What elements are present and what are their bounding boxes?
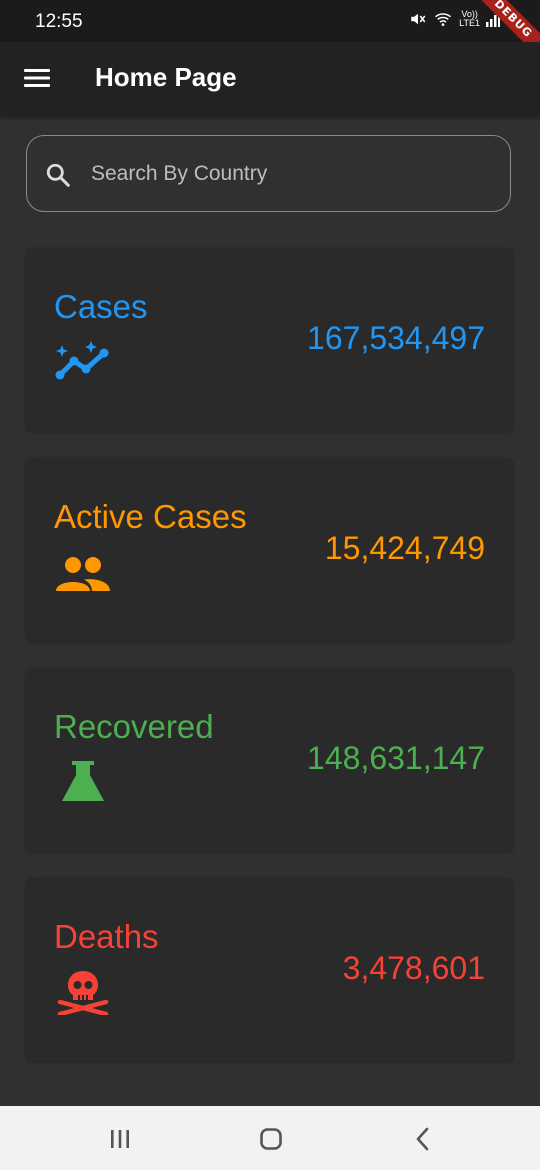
cases-value: 167,534,497 xyxy=(307,320,485,356)
system-nav-bar xyxy=(0,1106,540,1170)
recovered-label: Recovered xyxy=(54,708,214,745)
search-input[interactable] xyxy=(89,154,493,194)
page-title: Home Page xyxy=(95,62,237,92)
status-time: 12:55 xyxy=(35,11,83,32)
status-icons: Vo)) LTE1 xyxy=(409,10,500,28)
search-box[interactable] xyxy=(26,135,511,212)
mute-icon xyxy=(409,10,427,28)
flask-icon xyxy=(54,761,112,805)
lte-icon: Vo)) LTE1 xyxy=(459,9,480,28)
app-bar: Home Page xyxy=(0,42,540,116)
cases-label: Cases xyxy=(54,288,148,325)
menu-icon xyxy=(24,69,50,87)
deaths-label: Deaths xyxy=(54,918,159,955)
active-cases-label: Active Cases xyxy=(54,498,247,535)
recents-button[interactable] xyxy=(105,1124,135,1154)
active-cases-value: 15,424,749 xyxy=(324,530,485,566)
recovered-card[interactable]: Recovered 148,631,147 xyxy=(26,668,513,851)
menu-button[interactable] xyxy=(16,57,58,99)
skull-crossbones-icon xyxy=(54,971,112,1017)
recents-icon xyxy=(111,1130,129,1148)
home-icon xyxy=(260,1128,282,1150)
home-button[interactable] xyxy=(256,1124,286,1154)
back-button[interactable] xyxy=(408,1124,438,1154)
cases-card[interactable]: Cases 167,534,497 xyxy=(26,248,513,431)
back-icon xyxy=(416,1127,429,1151)
people-icon xyxy=(54,551,112,595)
wifi-icon xyxy=(433,10,453,28)
recovered-value: 148,631,147 xyxy=(307,740,485,776)
search-icon xyxy=(45,162,71,193)
deaths-value: 3,478,601 xyxy=(342,950,485,986)
auto-graph-icon xyxy=(54,341,112,385)
status-bar: 12:55 Vo)) LTE1 DEBUG xyxy=(0,0,540,42)
deaths-card[interactable]: Deaths 3,478,601 xyxy=(26,878,513,1061)
active-cases-card[interactable]: Active Cases 15,424,749 xyxy=(26,458,513,641)
